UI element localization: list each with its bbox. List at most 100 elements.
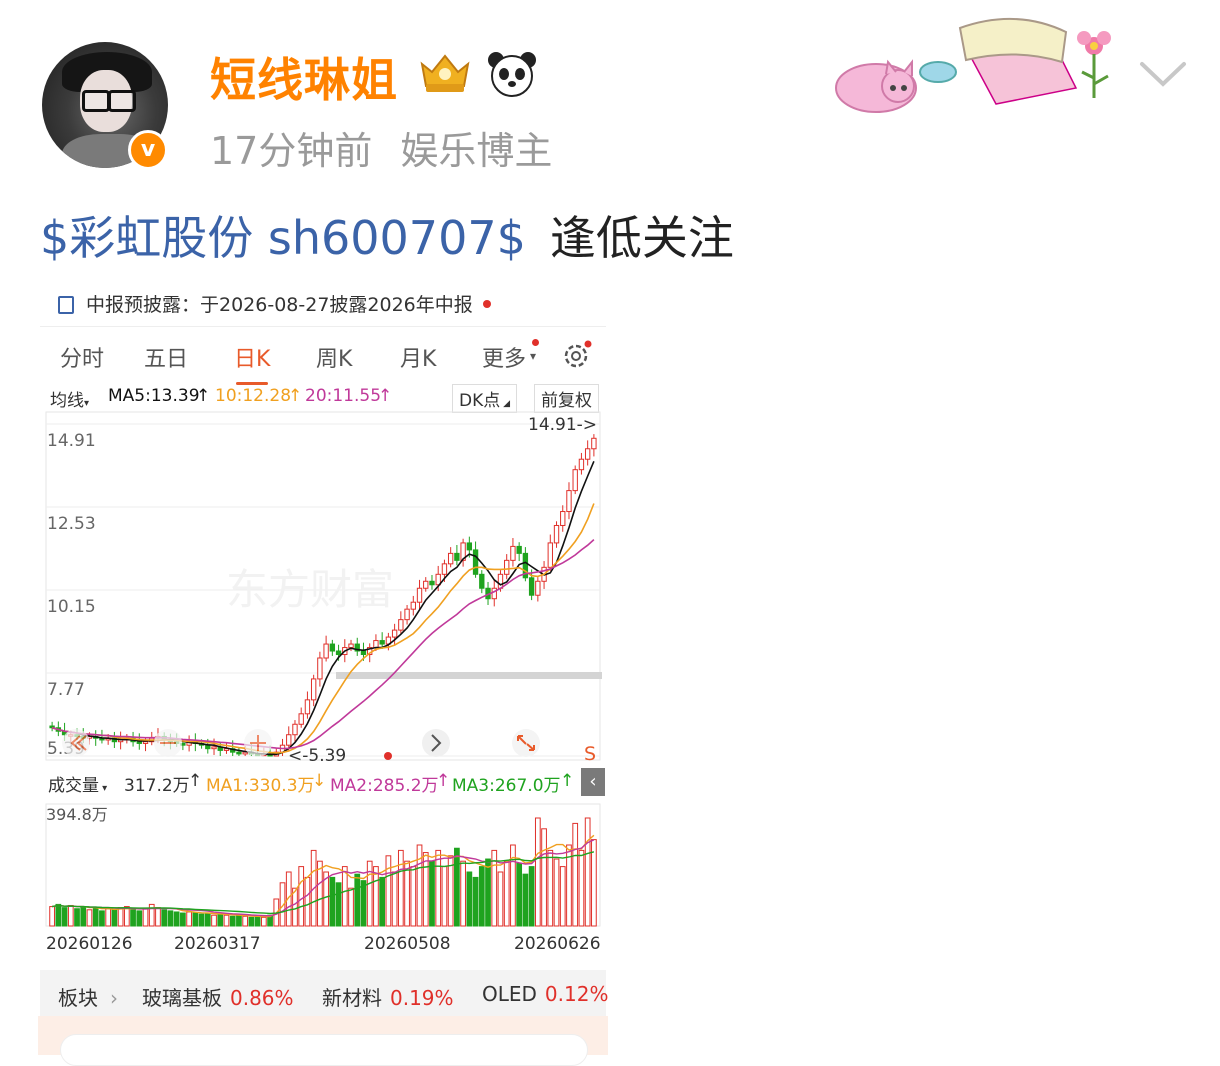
- volume-bar: [167, 910, 174, 927]
- volume-bar: [578, 849, 585, 927]
- double-left-arrow-icon: [62, 729, 90, 757]
- sector-label-text: 板块: [58, 986, 98, 1010]
- sector-item[interactable]: OLED 0.12%: [482, 982, 608, 1006]
- candle-body: [479, 573, 485, 589]
- candle-body: [391, 629, 398, 638]
- post-text: 逢低关注: [549, 211, 734, 265]
- volume-bar: [130, 909, 136, 927]
- kline-chart[interactable]: 东方财富 14.9112.5310.157.775.39 14.91-> <-5…: [40, 408, 606, 968]
- candle-body: [329, 643, 336, 652]
- high-price-marker: 14.91->: [528, 415, 597, 435]
- tab-five-day[interactable]: 五日: [144, 341, 188, 373]
- candle-body: [535, 580, 541, 596]
- volume-bar: [67, 904, 74, 927]
- gear-icon[interactable]: [562, 340, 592, 370]
- volume-bar: [472, 876, 479, 927]
- sector-pct: 0.86%: [230, 986, 294, 1010]
- sector-label[interactable]: 板块 ›: [58, 982, 118, 1011]
- volume-bar: [304, 876, 311, 927]
- volume-bar: [466, 871, 473, 927]
- ma-legend-bar: 均线▾ MA5:13.39 ↑ 10:12.28 ↑ 20:11.55 ↑ DK…: [40, 384, 606, 413]
- candle-body: [447, 552, 454, 565]
- volume-bar: [341, 866, 348, 927]
- ma5-up-arrow-icon: ↑: [196, 386, 211, 406]
- candle-body: [298, 713, 304, 725]
- volume-bar: [354, 873, 361, 927]
- collapse-left-icon[interactable]: ‹: [581, 768, 605, 796]
- volume-bar: [236, 914, 242, 927]
- volume-bar: [55, 903, 62, 927]
- volume-bar: [441, 866, 448, 927]
- bottom-pill[interactable]: [60, 1034, 588, 1066]
- report-notice-text: 中报预披露：于2026-08-27披露2026年中报: [86, 294, 473, 316]
- volume-bar: [173, 911, 180, 927]
- candle-body: [304, 699, 311, 715]
- volume-bar: [572, 822, 579, 927]
- sector-name: 新材料: [322, 986, 382, 1010]
- volume-bar: [410, 866, 417, 927]
- volume-bar: [180, 912, 186, 927]
- vma3-up-arrow-icon: ↑: [560, 771, 575, 791]
- volume-bar: [192, 912, 199, 927]
- candle-body: [560, 511, 566, 526]
- tab-daily-k[interactable]: 日K: [234, 341, 270, 385]
- volume-bar: [497, 871, 504, 927]
- tab-intraday[interactable]: 分时: [60, 341, 104, 373]
- volume-bar: [61, 907, 68, 927]
- volume-bar: [485, 858, 491, 927]
- report-notice: 中报预披露：于2026-08-27披露2026年中报: [58, 290, 491, 317]
- volume-bar: [516, 862, 523, 927]
- chevron-right-icon: [422, 729, 450, 757]
- tab-weekly-k[interactable]: 周K: [316, 341, 352, 373]
- volume-bar: [204, 912, 211, 927]
- candle-body: [211, 746, 217, 750]
- cat-and-flower-decoration: [835, 17, 1111, 113]
- candle-body: [205, 744, 211, 750]
- volume-ma2: MA2:285.2万: [330, 776, 439, 796]
- vma2-up-arrow-icon: ↑: [436, 771, 451, 791]
- candle-body: [472, 549, 479, 575]
- date-tick: 20260626: [514, 934, 601, 954]
- crown-badge-icon: [420, 54, 470, 92]
- more-caret-icon: ▾: [530, 349, 537, 363]
- price-tick-label: 7.77: [47, 680, 85, 700]
- tab-more[interactable]: 更多: [482, 341, 526, 373]
- volume-bar: [422, 852, 429, 927]
- zoom-out-icon: [154, 729, 182, 757]
- chevron-down-icon[interactable]: [1138, 58, 1188, 88]
- username[interactable]: 短线琳姐: [210, 44, 398, 110]
- volume-bar: [435, 849, 442, 927]
- volume-bar: [86, 909, 93, 927]
- sector-item[interactable]: 新材料 0.19%: [322, 982, 454, 1011]
- price-axis-labels: 14.9112.5310.157.775.39: [47, 431, 96, 759]
- volume-bar: [460, 860, 466, 927]
- volume-bar: [198, 913, 205, 927]
- candle-body: [142, 741, 149, 744]
- volume-bar: [136, 910, 143, 927]
- volume-max-label: 394.8万: [46, 805, 108, 824]
- volume-value: 317.2万: [124, 776, 190, 796]
- candle-body: [310, 678, 317, 701]
- volume-bar: [534, 817, 541, 927]
- sector-item[interactable]: 玻璃基板 0.86%: [142, 982, 294, 1011]
- post-meta: 17分钟前 娱乐博主: [210, 120, 580, 175]
- candle-body: [360, 650, 367, 656]
- watermark: 东方财富: [226, 565, 394, 614]
- candle-body: [416, 587, 423, 603]
- volume-bar: [559, 866, 566, 927]
- volume-bar: [49, 906, 55, 927]
- sector-pct: 0.12%: [544, 982, 609, 1006]
- red-dot-icon: [482, 300, 491, 308]
- candle-body: [323, 643, 329, 659]
- ma10-up-arrow-icon: ↑: [288, 386, 303, 406]
- volume-selector[interactable]: 成交量 ▾: [48, 771, 107, 796]
- candle-body: [510, 545, 516, 561]
- stock-tag-link[interactable]: $彩虹股份 sh600707$: [40, 211, 526, 265]
- volume-bar: [242, 915, 249, 927]
- volume-bar: [329, 876, 336, 927]
- volume-bar: [379, 876, 386, 927]
- ma20-value: 20:11.55: [305, 386, 382, 406]
- candle-body: [572, 469, 578, 492]
- tab-monthly-k[interactable]: 月K: [400, 341, 436, 373]
- sector-bar: 板块 › 玻璃基板 0.86% 新材料 0.19% OLED 0.12%: [40, 970, 608, 1016]
